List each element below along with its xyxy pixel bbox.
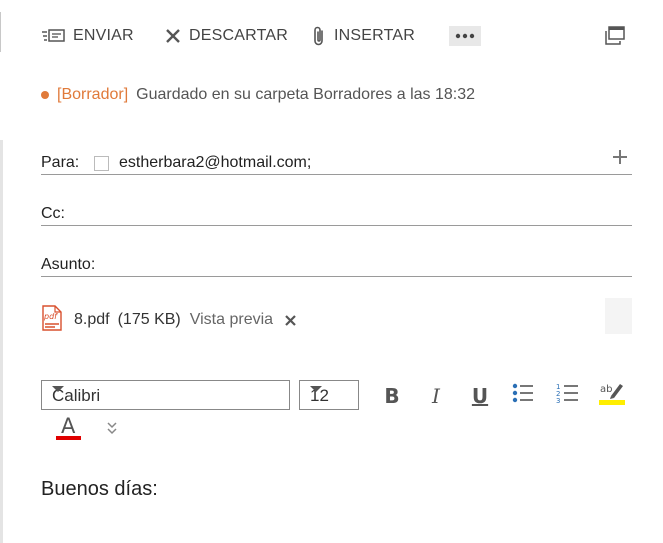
font-family-select[interactable]: Calibri: [41, 380, 290, 410]
chevron-down-icon: [310, 386, 322, 392]
numbered-list-button[interactable]: 1 2 3: [555, 382, 581, 410]
font-size-select[interactable]: 12: [299, 380, 359, 410]
bold-button[interactable]: B: [379, 382, 405, 410]
svg-text:pdf: pdf: [43, 312, 58, 321]
draft-message: Guardado en su carpeta Borradores a las …: [136, 86, 476, 103]
send-button[interactable]: ENVIAR: [41, 24, 134, 48]
numbered-list-icon: 1 2 3: [556, 381, 580, 411]
attachment-scroll-area: [605, 298, 632, 334]
paperclip-icon: [312, 25, 326, 47]
highlight-button[interactable]: ab: [599, 382, 625, 410]
highlighter-icon: ab: [599, 380, 625, 412]
insert-label: INSERTAR: [334, 27, 416, 44]
preview-link[interactable]: Vista previa: [190, 311, 273, 329]
message-body-text: Buenos días:: [41, 478, 158, 500]
add-recipient-icon[interactable]: [612, 149, 628, 170]
cc-field[interactable]: Cc:: [41, 198, 632, 226]
popout-icon: [603, 26, 625, 46]
status-dot: [41, 91, 49, 99]
more-icon: [455, 33, 475, 39]
draft-status: [Borrador] Guardado en su carpeta Borrad…: [41, 86, 475, 104]
bold-icon: B: [384, 384, 400, 408]
cc-label: Cc:: [41, 205, 65, 222]
attachment-name[interactable]: 8.pdf: [74, 311, 110, 329]
recipient-chip[interactable]: estherbara2@hotmail.com;: [94, 154, 311, 172]
insert-button[interactable]: INSERTAR: [312, 24, 415, 48]
underline-button[interactable]: U: [467, 382, 493, 410]
draft-tag: [Borrador]: [57, 86, 129, 103]
discard-button[interactable]: DESCARTAR: [165, 24, 288, 48]
bullet-list-button[interactable]: [510, 382, 536, 410]
to-label: Para:: [41, 154, 80, 171]
recipient-checkbox[interactable]: [94, 155, 109, 171]
pdf-file-icon: pdf: [41, 304, 63, 336]
discard-label: DESCARTAR: [189, 27, 289, 44]
send-icon: [41, 28, 65, 44]
window-edge: [0, 140, 3, 543]
font-color-icon: A: [61, 414, 76, 438]
italic-icon: I: [432, 384, 440, 408]
send-label: ENVIAR: [73, 27, 134, 44]
subject-label: Asunto:: [41, 256, 96, 273]
attachment-item: pdf 8.pdf (175 KB) Vista previa: [41, 304, 296, 336]
to-field[interactable]: Para: estherbara2@hotmail.com;: [41, 148, 632, 175]
font-color-swatch: [56, 436, 81, 440]
more-options-button[interactable]: [449, 26, 481, 46]
svg-text:3: 3: [556, 397, 560, 405]
recipient-address: estherbara2@hotmail.com;: [119, 154, 312, 171]
chevron-down-icon: [52, 386, 64, 392]
font-color-button[interactable]: A: [56, 414, 82, 442]
subject-field[interactable]: Asunto:: [41, 248, 632, 277]
remove-attachment-icon[interactable]: [285, 314, 296, 326]
close-icon: [165, 28, 181, 44]
svg-text:ab: ab: [600, 384, 612, 395]
double-chevron-down-icon: [105, 422, 119, 440]
bullet-list-icon: [511, 381, 535, 411]
message-body[interactable]: Buenos días:: [41, 478, 158, 501]
attachment-size: (175 KB): [117, 311, 181, 328]
italic-button[interactable]: I: [423, 382, 449, 410]
compose-toolbar: ENVIAR DESCARTAR INSERTAR: [0, 0, 663, 70]
underline-icon: U: [471, 384, 489, 408]
popout-button[interactable]: [603, 24, 625, 48]
expand-toolbar-button[interactable]: [105, 420, 119, 441]
